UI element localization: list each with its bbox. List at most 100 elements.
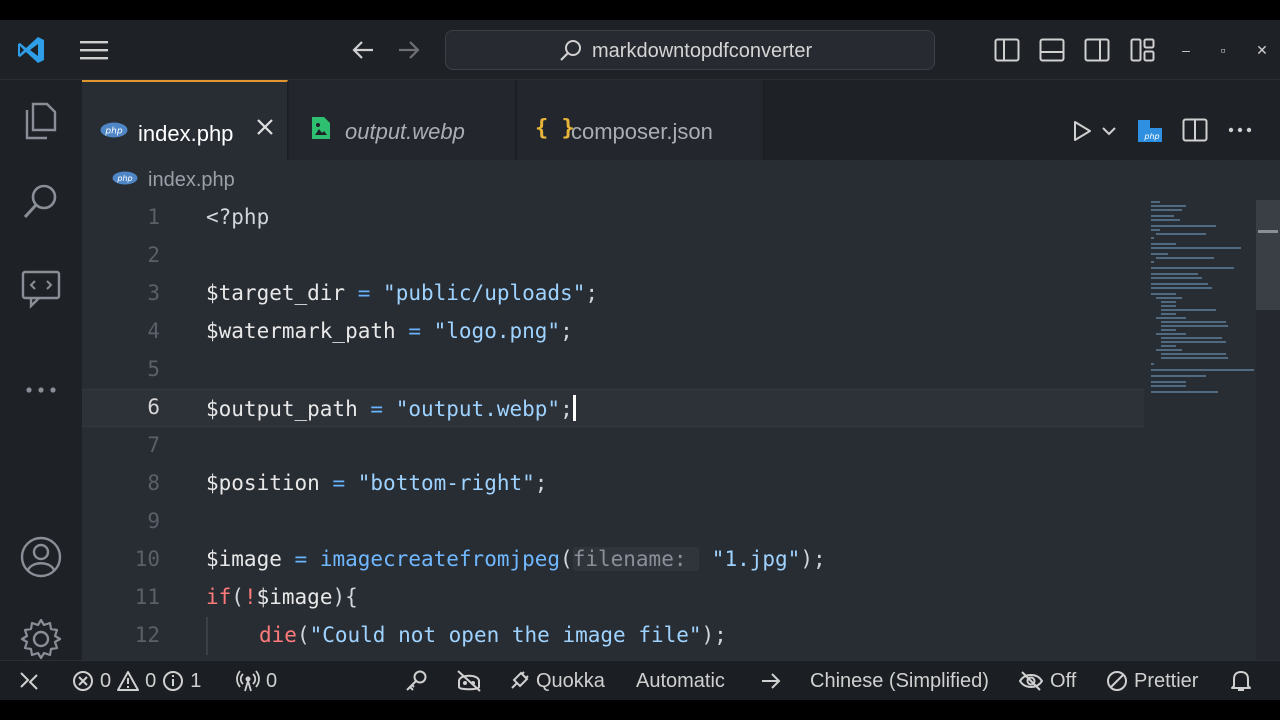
tab-output-webp[interactable]: output.webp — [289, 80, 516, 160]
line-number: 1 — [147, 205, 160, 229]
php-preview-icon[interactable]: php — [1136, 118, 1164, 144]
code-line: 1 <?php — [82, 200, 1144, 237]
breadcrumb-file: index.php — [148, 169, 235, 191]
notifications[interactable] — [1230, 661, 1252, 700]
visibility-label: Off — [1050, 669, 1077, 692]
code-text: $image = imagecreatefromjpeg(filename: "… — [206, 547, 826, 571]
error-icon — [73, 671, 93, 691]
broadcast-antenna-icon — [236, 670, 260, 692]
chevron-down-icon[interactable] — [1102, 126, 1116, 136]
remote-connection-icon — [20, 672, 38, 690]
key-icon — [406, 670, 427, 691]
warning-icon — [117, 671, 140, 691]
info-count: 1 — [190, 669, 202, 692]
line-number: 9 — [147, 509, 160, 533]
code-line: 2 — [82, 237, 1144, 275]
status-bar: 0 0 1 0 Quokka Automatic Chinese (Simpli… — [0, 660, 1280, 700]
automatic-label: Automatic — [636, 669, 725, 692]
visibility-status[interactable]: Off — [1018, 661, 1076, 700]
minimap[interactable] — [1146, 200, 1256, 680]
breadcrumb[interactable]: php index.php — [82, 160, 1280, 200]
back-arrow-icon[interactable] — [351, 39, 375, 61]
automatic-status[interactable]: Automatic — [636, 661, 725, 700]
activity-bar — [0, 80, 82, 680]
prettier-status[interactable]: Prettier — [1106, 661, 1198, 700]
remote-indicator[interactable] — [18, 661, 40, 700]
code-line: 7 — [82, 427, 1144, 465]
close-window-button[interactable]: ✕ — [1250, 38, 1274, 62]
code-line: 5 — [82, 351, 1144, 389]
indent-guide — [206, 617, 208, 655]
language-label: Chinese (Simplified) — [810, 669, 989, 692]
text-cursor — [572, 395, 576, 421]
vscode-window: markdowntopdfconverter – ▫ ✕ php index.p… — [0, 20, 1280, 700]
tab-label: output.webp — [345, 119, 465, 144]
search-icon[interactable] — [19, 180, 63, 224]
code-line: 4 $watermark_path = "logo.png"; — [82, 313, 1144, 351]
json-braces-icon: { } — [535, 116, 575, 141]
vscode-logo-icon[interactable] — [16, 35, 46, 65]
ports-indicator[interactable]: 0 — [236, 661, 277, 700]
more-actions-icon[interactable] — [1228, 126, 1252, 134]
quokka-label: Quokka — [536, 669, 605, 692]
quokka-status[interactable]: Quokka — [508, 661, 605, 700]
code-line: 3 $target_dir = "public/uploads"; — [82, 275, 1144, 313]
line-number: 3 — [147, 281, 160, 305]
run-play-icon[interactable] — [1072, 120, 1092, 142]
code-text: <?php — [206, 205, 270, 229]
error-count: 0 — [100, 669, 112, 692]
key-status[interactable] — [404, 661, 428, 700]
code-text: $position = "bottom-right"; — [206, 471, 548, 495]
scroll-position-marker — [1258, 230, 1278, 233]
copilot-disabled-icon — [457, 670, 481, 692]
language-status[interactable]: Chinese (Simplified) — [810, 661, 989, 700]
code-line: 11 if(!$image){ — [82, 579, 1144, 617]
workspace-name: markdowntopdfconverter — [592, 40, 813, 62]
code-line: 12 die("Could not open the image file"); — [82, 617, 1144, 655]
translate-arrow[interactable] — [760, 661, 782, 700]
php-icon: php — [100, 122, 128, 138]
minimize-button[interactable]: – — [1174, 38, 1198, 62]
prettier-disabled-icon — [1107, 671, 1127, 691]
toggle-primary-sidebar-icon[interactable] — [994, 38, 1020, 62]
toggle-secondary-sidebar-icon[interactable] — [1084, 38, 1110, 62]
forward-arrow-icon[interactable] — [397, 39, 421, 61]
line-number: 12 — [134, 623, 160, 647]
image-file-icon — [312, 117, 330, 139]
tab-composer-json[interactable]: { } composer.json — [517, 80, 764, 160]
svg-text:php: php — [1143, 132, 1159, 141]
split-editor-icon[interactable] — [1182, 118, 1208, 142]
account-icon[interactable] — [19, 535, 63, 579]
bell-icon — [1231, 671, 1251, 691]
current-code-line: 6 $output_path = "output.webp"; — [82, 389, 1144, 427]
svg-text:php: php — [116, 174, 132, 183]
line-number: 6 — [147, 395, 160, 419]
maximize-button[interactable]: ▫ — [1211, 38, 1235, 62]
tab-index-php[interactable]: php index.php — [82, 80, 288, 160]
settings-gear-icon[interactable] — [19, 617, 63, 661]
line-number: 8 — [147, 471, 160, 495]
command-center-search[interactable]: markdowntopdfconverter — [445, 30, 935, 70]
copilot-disabled-status[interactable] — [455, 661, 483, 700]
line-number: 11 — [134, 585, 160, 609]
line-number: 5 — [147, 357, 160, 381]
arrow-right-icon — [762, 673, 781, 689]
toggle-panel-icon[interactable] — [1039, 38, 1065, 62]
prettier-label: Prettier — [1134, 669, 1199, 692]
warning-count: 0 — [145, 669, 157, 692]
more-views-icon[interactable] — [19, 368, 63, 412]
close-icon[interactable] — [254, 116, 276, 138]
customize-layout-icon[interactable] — [1130, 38, 1156, 62]
code-text: if(!$image){ — [206, 585, 358, 609]
vertical-scrollbar-thumb[interactable] — [1256, 200, 1280, 310]
php-icon: php — [112, 171, 138, 185]
svg-text:php: php — [104, 127, 122, 137]
problems-indicator[interactable]: 0 0 1 — [72, 661, 201, 700]
explorer-files-icon[interactable] — [19, 98, 63, 142]
line-number: 4 — [147, 319, 160, 343]
title-bar: markdowntopdfconverter – ▫ ✕ — [0, 20, 1280, 80]
code-editor[interactable]: 1 <?php 2 3 $target_dir = "public/upload… — [82, 200, 1280, 680]
hamburger-menu-icon[interactable] — [80, 40, 108, 60]
remote-explorer-icon[interactable] — [19, 266, 63, 310]
tab-label: index.php — [138, 121, 234, 146]
